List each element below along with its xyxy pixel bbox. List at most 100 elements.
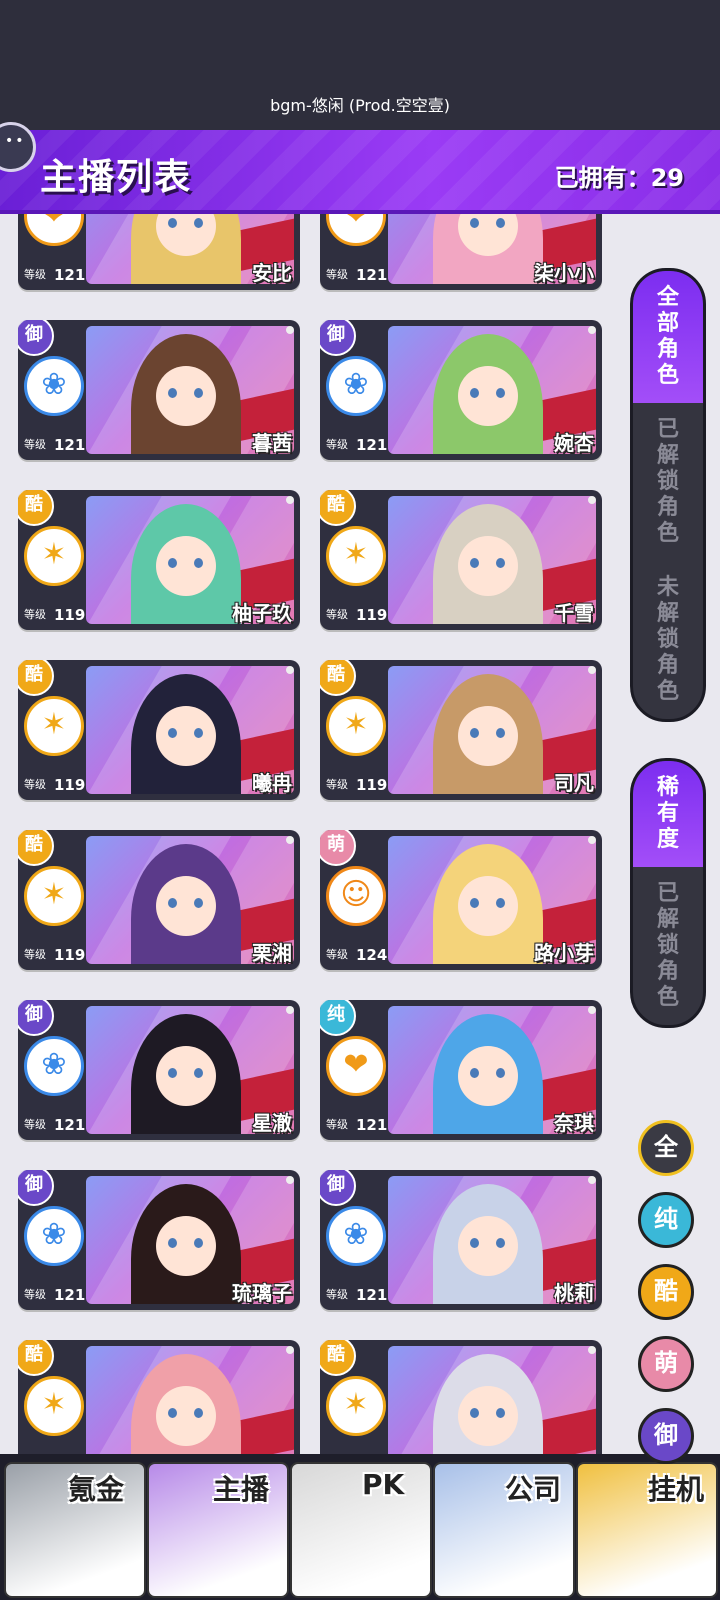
streamer-name: 桃莉 (554, 1281, 594, 1305)
filter-tab-char: 解 (656, 443, 679, 468)
corner-dot (286, 1176, 294, 1184)
filter-tab-char: 未 (656, 575, 679, 600)
streamer-name: 星澈 (252, 1111, 292, 1135)
attribute-badge: 御 (18, 1170, 54, 1206)
level-label: 等级 (24, 268, 46, 281)
nav-label: PK (362, 1468, 405, 1501)
corner-dot (588, 326, 596, 334)
level-label: 等级 (24, 778, 46, 791)
star-team-icon: ✶ (326, 1376, 386, 1436)
attribute-badge: 御 (320, 1170, 356, 1206)
streamer-name: 婉杏 (554, 431, 594, 455)
streamer-card[interactable]: ❀ 御等级 121 暮茜 (18, 320, 300, 460)
filter-tab-char: 度 (656, 827, 679, 852)
filter-tab[interactable]: 已解锁角色 (633, 867, 703, 1025)
attribute-badge: 纯 (320, 1000, 356, 1036)
nav-label: 挂机 (648, 1473, 705, 1506)
pk-tab[interactable]: PK (290, 1462, 432, 1598)
filter-tab-char: 色 (656, 985, 679, 1010)
streamer-card[interactable]: ✶ 酷等级 119 司凡 (320, 660, 602, 800)
cat-team-icon: ☺ (326, 866, 386, 926)
bgm-text: bgm-悠闲 (Prod.空空壹) (270, 96, 450, 115)
streamer-name: 安比 (252, 261, 292, 285)
filter-all-button[interactable]: 全 (638, 1120, 694, 1176)
star-team-icon: ✶ (24, 696, 84, 756)
streamer-card[interactable]: ✶酷等级 (18, 1340, 300, 1454)
filter-attr-button[interactable]: 萌 (638, 1336, 694, 1392)
streamer-name: 琉璃子 (232, 1281, 292, 1305)
corner-dot (588, 666, 596, 674)
streamer-name: 暮茜 (252, 431, 292, 455)
attribute-badge: 御 (320, 320, 356, 356)
level-value: 119 (356, 606, 388, 624)
filter-tab-char: 稀 (656, 775, 679, 800)
level-value: 119 (54, 946, 86, 964)
level-value: 121 (356, 266, 388, 284)
attribute-badge: 酷 (18, 1340, 54, 1376)
streamer-name: 司凡 (554, 771, 594, 795)
streamer-card[interactable]: ☺ 萌等级 124 路小芽 (320, 830, 602, 970)
level-value: 121 (54, 266, 86, 284)
nav-label: 氪金 (68, 1473, 125, 1506)
page-title: 主播列表 (40, 157, 193, 198)
filter-attr-button[interactable]: 纯 (638, 1192, 694, 1248)
nav-label: 主播 (213, 1473, 270, 1506)
level-label: 等级 (326, 1118, 348, 1131)
rose-team-icon: ❀ (326, 1206, 386, 1266)
rose-team-icon: ❀ (24, 1206, 84, 1266)
filter-tab[interactable]: 稀有度 (633, 761, 703, 867)
rose-team-icon: ❀ (24, 1036, 84, 1096)
level-value: 121 (356, 1286, 388, 1304)
streamer-name: 柒小小 (534, 261, 594, 285)
level-label: 等级 (326, 268, 348, 281)
streamer-card[interactable]: ❤ 等级 121 柒小小 (320, 214, 602, 290)
heart-team-icon: ❤ (326, 214, 386, 246)
filter-tab[interactable]: 未解锁角色 (633, 561, 703, 719)
streamer-name: 柚子玖 (232, 601, 292, 625)
filter-tab-char: 部 (656, 311, 679, 336)
streamer-card[interactable]: ✶ 酷等级 119 栗湘 (18, 830, 300, 970)
streamer-card[interactable]: ❀ 御等级 121 婉杏 (320, 320, 602, 460)
filter-attr-button[interactable]: 御 (638, 1408, 694, 1464)
rose-team-icon: ❀ (326, 356, 386, 416)
streamer-card[interactable]: ❀ 御等级 121 琉璃子 (18, 1170, 300, 1310)
filter-tab[interactable]: 全部角色 (633, 271, 703, 403)
heart-team-icon: ❤ (24, 214, 84, 246)
streamer-card[interactable]: ❤ 等级 121 安比 (18, 214, 300, 290)
corner-dot (588, 496, 596, 504)
level-label: 等级 (24, 948, 46, 961)
corner-dot (588, 836, 596, 844)
corner-dot (286, 1346, 294, 1354)
streamer-card[interactable]: ❀ 御等级 121 桃莉 (320, 1170, 602, 1310)
attribute-badge: 酷 (18, 660, 54, 696)
company-tab[interactable]: 公司 (433, 1462, 575, 1598)
streamer-tab[interactable]: 主播 (147, 1462, 289, 1598)
menu-bubble-icon[interactable] (0, 122, 36, 172)
recharge-tab[interactable]: 氪金 (4, 1462, 146, 1598)
filter-tab-char: 色 (656, 363, 679, 388)
level-value: 121 (54, 436, 86, 454)
star-team-icon: ✶ (24, 866, 84, 926)
corner-dot (588, 1346, 596, 1354)
attribute-badge: 酷 (320, 660, 356, 696)
streamer-card[interactable]: ✶ 酷等级 119 千雪 (320, 490, 602, 630)
corner-dot (286, 666, 294, 674)
filter-attr-button[interactable]: 酷 (638, 1264, 694, 1320)
streamer-card[interactable]: ✶ 酷等级 119 曦冉 (18, 660, 300, 800)
attribute-badge: 酷 (320, 490, 356, 526)
attribute-badge: 酷 (18, 490, 54, 526)
filter-tab[interactable]: 已解锁角色 (633, 403, 703, 561)
level-label: 等级 (326, 438, 348, 451)
level-label: 等级 (24, 608, 46, 621)
streamer-card[interactable]: ❤ 纯等级 121 奈琪 (320, 1000, 602, 1140)
idle-tab[interactable]: 挂机 (576, 1462, 718, 1598)
streamer-card[interactable]: ✶酷等级 (320, 1340, 602, 1454)
character-portrait (86, 1346, 294, 1454)
level-value: 121 (54, 1286, 86, 1304)
nav-label: 公司 (505, 1473, 562, 1506)
streamer-card[interactable]: ✶ 酷等级 119 柚子玖 (18, 490, 300, 630)
streamer-card[interactable]: ❀ 御等级 121 星澈 (18, 1000, 300, 1140)
filter-tab-char: 色 (656, 521, 679, 546)
filter-tab-char: 锁 (656, 933, 679, 958)
bottom-nav: 氪金 主播 PK 公司 挂机 (0, 1454, 720, 1600)
